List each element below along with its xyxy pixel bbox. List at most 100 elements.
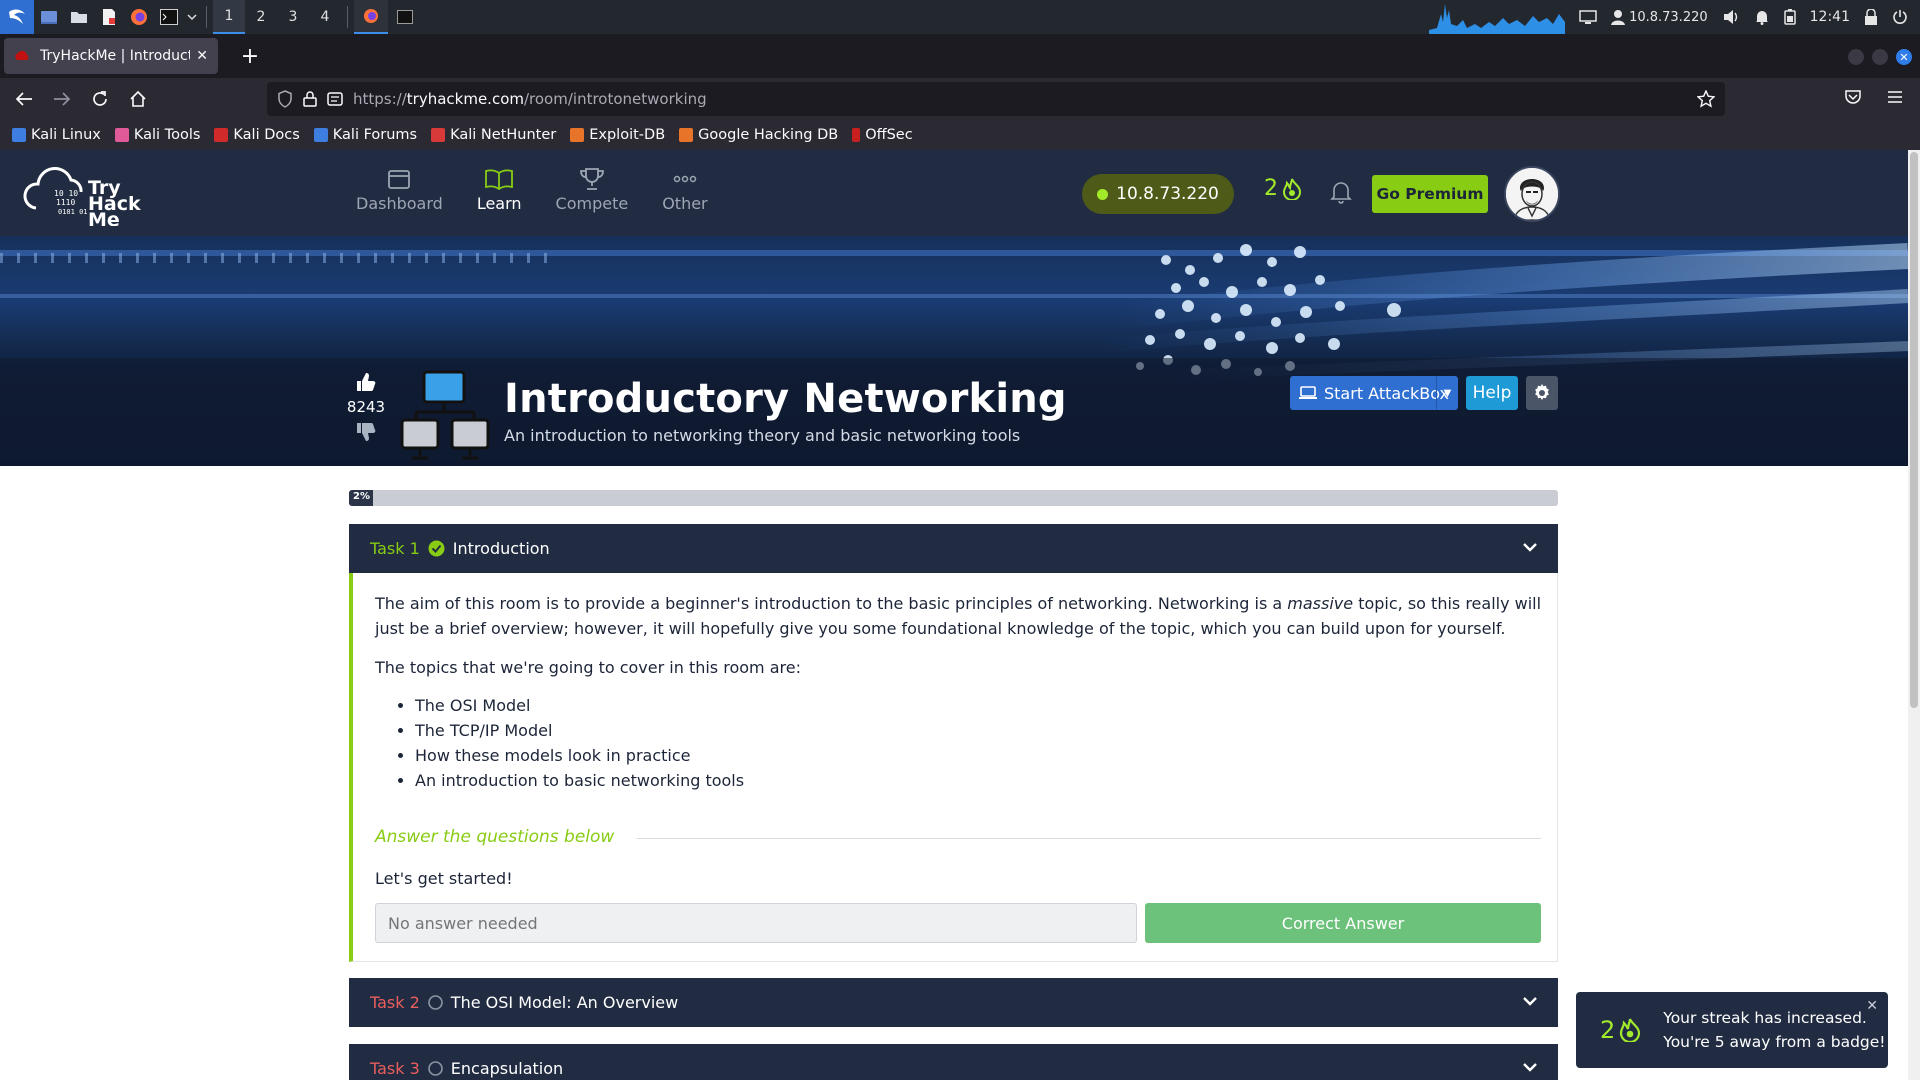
clock-label[interactable]: 12:41 — [1810, 9, 1850, 25]
bell-icon — [1330, 182, 1352, 204]
book-open-icon — [485, 169, 514, 190]
bookmark-kali-linux[interactable]: Kali Linux — [12, 127, 101, 143]
room-banner: 8243 Introductory Networking An introduc… — [0, 236, 1908, 466]
svg-text:Me: Me — [88, 209, 120, 226]
reload-button[interactable] — [82, 83, 118, 115]
reload-icon — [93, 91, 107, 106]
thm-logo[interactable]: 10 10 1110 0101 01 Try Hack Me — [22, 160, 146, 226]
notification-bell-icon[interactable] — [1754, 9, 1770, 25]
pocket-icon[interactable] — [1844, 88, 1862, 106]
bookmark-exploit-db[interactable]: Exploit-DB — [570, 127, 665, 143]
room-progress-label: 2% — [353, 491, 370, 502]
workspace-1[interactable]: 1 — [213, 0, 245, 34]
check-circle-icon — [428, 540, 445, 557]
laptop-icon — [1299, 386, 1317, 399]
taskbar-terminal-window[interactable] — [388, 0, 422, 34]
firefox-launcher-icon[interactable] — [124, 0, 154, 34]
workspace-3[interactable]: 3 — [277, 0, 309, 34]
chevron-down-icon[interactable] — [1522, 995, 1538, 1009]
panel-separator — [206, 6, 207, 28]
browser-tab[interactable]: TryHackMe | Introductory ✕ — [4, 38, 218, 74]
window-maximize-button[interactable] — [1872, 49, 1888, 65]
attackbox-dropdown-icon[interactable]: ▼ — [1436, 376, 1458, 410]
scrollbar-thumb[interactable] — [1910, 152, 1918, 708]
back-button[interactable] — [6, 83, 42, 115]
help-button[interactable]: Help — [1466, 376, 1518, 410]
question-text: Let's get started! — [375, 869, 513, 888]
menu-dashboard[interactable]: Dashboard — [356, 164, 443, 213]
exploit-db-icon — [570, 128, 585, 142]
room-progress-bar: 2% — [349, 490, 1558, 506]
bookmark-kali-forums[interactable]: Kali Forums — [313, 127, 417, 143]
user-avatar[interactable] — [1504, 166, 1560, 222]
power-icon[interactable] — [1892, 9, 1908, 25]
answer-input[interactable] — [375, 903, 1137, 943]
chevron-down-icon[interactable] — [1522, 541, 1538, 555]
toast-message: Your streak has increased. You're 5 away… — [1663, 1009, 1886, 1051]
task-2-header[interactable]: Task 2 The OSI Model: An Overview — [349, 978, 1558, 1027]
tracking-shield-icon[interactable] — [277, 90, 293, 108]
show-desktop-icon[interactable] — [34, 0, 64, 34]
app-menu-icon[interactable] — [1886, 88, 1904, 106]
browser-nav-bar: https://tryhackme.com/room/introtonetwor… — [0, 78, 1920, 120]
machine-ip-pill[interactable]: 10.8.73.220 — [1082, 174, 1234, 214]
arrow-left-icon — [15, 92, 32, 106]
taskbar-firefox-window[interactable] — [354, 0, 388, 34]
bookmark-kali-nethunter[interactable]: Kali NetHunter — [431, 127, 556, 143]
streak-toast: 2 Your streak has increased. You're 5 aw… — [1576, 992, 1888, 1068]
launcher-dropdown-icon[interactable] — [184, 0, 200, 34]
trophy-icon — [579, 168, 604, 190]
window-close-button[interactable]: ✕ — [1896, 49, 1912, 65]
battery-icon[interactable] — [1783, 9, 1796, 25]
task-3-header[interactable]: Task 3 Encapsulation — [349, 1044, 1558, 1080]
new-tab-button[interactable]: + — [234, 38, 266, 74]
menu-other[interactable]: Other — [662, 164, 708, 213]
home-button[interactable] — [120, 83, 156, 115]
bookmark-offsec[interactable]: OffSec — [852, 127, 913, 143]
lock-icon[interactable] — [303, 91, 317, 107]
browser-tab-bar: TryHackMe | Introductory ✕ + ✕ — [0, 34, 1920, 78]
flame-icon — [1620, 1018, 1641, 1042]
text-editor-icon[interactable] — [94, 0, 124, 34]
lock-screen-icon[interactable] — [1864, 9, 1878, 25]
room-settings-button[interactable] — [1526, 376, 1558, 410]
chevron-down-icon[interactable] — [1522, 1061, 1538, 1075]
workspace-4[interactable]: 4 — [309, 0, 341, 34]
thumbs-up-icon[interactable] — [355, 372, 377, 392]
correct-answer-button[interactable]: Correct Answer — [1145, 903, 1541, 943]
streak-counter[interactable]: 2 — [1264, 176, 1302, 201]
os-top-panel: 1 2 3 4 10.8.73.220 12:41 — [0, 0, 1920, 34]
workspace-2[interactable]: 2 — [245, 0, 277, 34]
nethunter-icon — [431, 128, 446, 142]
task-1-header[interactable]: Task 1 Introduction — [349, 524, 1558, 573]
start-attackbox-button[interactable]: Start AttackBox ▼ — [1290, 376, 1458, 410]
kali-menu-icon[interactable] — [0, 0, 34, 34]
bookmark-star-icon[interactable] — [1697, 90, 1715, 108]
volume-icon[interactable] — [1722, 9, 1740, 25]
terminal-launcher-icon[interactable] — [154, 0, 184, 34]
go-premium-button[interactable]: Go Premium — [1372, 175, 1488, 213]
ghdb-icon — [679, 128, 694, 142]
bookmark-google-hacking-db[interactable]: Google Hacking DB — [679, 127, 838, 143]
display-icon[interactable] — [1579, 9, 1597, 25]
bookmark-kali-tools[interactable]: Kali Tools — [114, 127, 200, 143]
file-manager-icon[interactable] — [64, 0, 94, 34]
menu-learn[interactable]: Learn — [477, 164, 522, 213]
bookmark-kali-docs[interactable]: Kali Docs — [214, 127, 300, 143]
list-item: An introduction to basic networking tool… — [415, 768, 744, 793]
tab-title: TryHackMe | Introductory — [40, 48, 190, 64]
menu-compete[interactable]: Compete — [556, 164, 628, 213]
toast-close-icon[interactable]: ✕ — [1866, 998, 1878, 1014]
window-minimize-button[interactable] — [1848, 49, 1864, 65]
vote-count: 8243 — [346, 398, 386, 416]
thumbs-down-icon[interactable] — [355, 422, 377, 442]
dashboard-icon — [388, 170, 411, 189]
url-bar[interactable]: https://tryhackme.com/room/introtonetwor… — [267, 82, 1725, 116]
thm-notifications-button[interactable] — [1330, 180, 1352, 204]
forward-button[interactable] — [44, 83, 80, 115]
tab-close-icon[interactable]: ✕ — [196, 48, 208, 64]
toast-streak-count: 2 — [1600, 1016, 1641, 1044]
page-scrollbar[interactable] — [1908, 150, 1920, 1080]
page-permissions-icon[interactable] — [327, 92, 343, 106]
bookmarks-toolbar: Kali Linux Kali Tools Kali Docs Kali For… — [0, 120, 1920, 150]
